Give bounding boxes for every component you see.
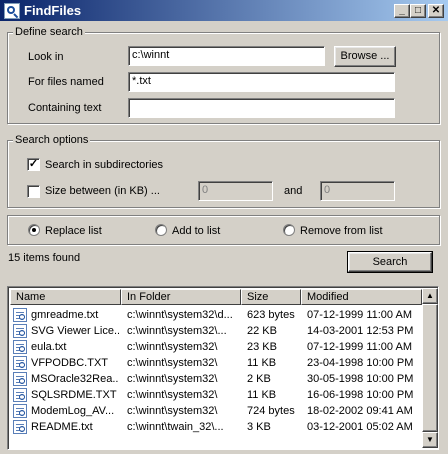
size-cell: 11 KB: [247, 389, 277, 401]
size-between-label: Size between (in KB) ...: [45, 185, 160, 197]
file-name-cell: README.txt: [31, 421, 93, 433]
window-title: FindFiles: [24, 3, 82, 18]
table-row[interactable]: eula.txt c:\winnt\system32\ 23 KB 07-12-199…: [10, 339, 422, 355]
subdirectories-label: Search in subdirectories: [45, 159, 164, 171]
search-icon: [4, 3, 20, 19]
file-name-cell: MSOracle32Rea...: [31, 373, 119, 385]
file-name-cell: gmreadme.txt: [31, 309, 99, 321]
modified-cell: 07-12-1999 11:00 AM: [307, 341, 412, 353]
scroll-down-icon[interactable]: ▼: [422, 432, 438, 448]
define-search-legend: Define search: [13, 26, 85, 38]
add-to-list-label: Add to list: [172, 225, 221, 237]
folder-cell: c:\winnt\system32\: [127, 357, 218, 369]
file-name-cell: eula.txt: [31, 341, 67, 353]
text-file-icon: [13, 324, 27, 338]
column-header-name[interactable]: Name: [10, 289, 121, 305]
folder-cell: c:\winnt\system32\: [127, 373, 218, 385]
scroll-up-icon[interactable]: ▲: [422, 288, 438, 304]
table-row[interactable]: gmreadme.txt c:\winnt\system32\d... 623 by…: [10, 307, 422, 323]
table-row[interactable]: MSOracle32Rea... c:\winnt\system32\ 2 KB 30…: [10, 371, 422, 387]
look-in-field[interactable]: c:\winnt: [128, 46, 325, 66]
column-header-folder[interactable]: In Folder: [121, 289, 241, 305]
modified-cell: 07-12-1999 11:00 AM: [307, 309, 412, 321]
text-file-icon: [13, 356, 27, 370]
modified-cell: 03-12-2001 05:02 AM: [307, 421, 413, 433]
file-name-cell: SVG Viewer Lice...: [31, 325, 119, 337]
size-cell: 11 KB: [247, 357, 277, 369]
remove-from-list-label: Remove from list: [300, 225, 383, 237]
close-button[interactable]: ✕: [428, 4, 444, 18]
size-cell: 724 bytes: [247, 405, 295, 417]
text-file-icon: [13, 308, 27, 322]
table-row[interactable]: SVG Viewer Lice... c:\winnt\system32\... 2…: [10, 323, 422, 339]
size-cell: 2 KB: [247, 373, 271, 385]
folder-cell: c:\winnt\twain_32\...: [127, 421, 224, 433]
replace-list-radio[interactable]: [28, 224, 40, 236]
column-header-modified[interactable]: Modified: [301, 289, 422, 305]
text-file-icon: [13, 340, 27, 354]
subdirectories-checkbox[interactable]: ✓: [27, 158, 40, 171]
folder-cell: c:\winnt\system32\: [127, 389, 218, 401]
files-named-label: For files named: [28, 76, 104, 88]
modified-cell: 14-03-2001 12:53 PM: [307, 325, 414, 337]
replace-list-label: Replace list: [45, 225, 102, 237]
size-and-label: and: [284, 185, 303, 197]
size-cell: 22 KB: [247, 325, 277, 337]
file-name-cell: SQLSRDME.TXT: [31, 389, 117, 401]
file-name-cell: VFPODBC.TXT: [31, 357, 109, 369]
scroll-thumb[interactable]: [422, 304, 438, 432]
modified-cell: 23-04-1998 10:00 PM: [307, 357, 414, 369]
modified-cell: 16-06-1998 10:00 PM: [307, 389, 414, 401]
size-min-field[interactable]: 0: [198, 181, 273, 201]
add-to-list-radio[interactable]: [155, 224, 167, 236]
containing-text-field[interactable]: [128, 98, 395, 118]
title-bar: FindFiles _ □ ✕: [0, 0, 448, 22]
text-file-icon: [13, 372, 27, 386]
folder-cell: c:\winnt\system32\: [127, 341, 218, 353]
folder-cell: c:\winnt\system32\: [127, 405, 218, 417]
table-row[interactable]: VFPODBC.TXT c:\winnt\system32\ 11 KB 23-04-…: [10, 355, 422, 371]
size-max-field[interactable]: 0: [320, 181, 395, 201]
modified-cell: 30-05-1998 10:00 PM: [307, 373, 414, 385]
table-row[interactable]: SQLSRDME.TXT c:\winnt\system32\ 11 KB 16-06…: [10, 387, 422, 403]
search-button[interactable]: Search: [347, 251, 433, 273]
size-cell: 23 KB: [247, 341, 277, 353]
browse-button[interactable]: Browse ...: [334, 46, 396, 67]
table-row[interactable]: README.txt c:\winnt\twain_32\... 3 KB 03-12…: [10, 419, 422, 435]
folder-cell: c:\winnt\system32\...: [127, 325, 227, 337]
maximize-button[interactable]: □: [410, 4, 426, 18]
items-found-status: 15 items found: [8, 252, 81, 264]
text-file-icon: [13, 420, 27, 434]
results-list[interactable]: Name In Folder Size Modified gmreadme.tx…: [7, 286, 439, 450]
folder-cell: c:\winnt\system32\d...: [127, 309, 233, 321]
column-header-size[interactable]: Size: [241, 289, 301, 305]
vertical-scrollbar[interactable]: ▲ ▼: [422, 288, 438, 448]
file-name-cell: ModemLog_AV...: [31, 405, 115, 417]
remove-from-list-radio[interactable]: [283, 224, 295, 236]
containing-text-label: Containing text: [28, 102, 102, 114]
files-named-field[interactable]: *.txt: [128, 72, 395, 92]
text-file-icon: [13, 404, 27, 418]
look-in-label: Look in: [28, 51, 64, 63]
search-options-legend: Search options: [13, 134, 91, 146]
size-between-checkbox[interactable]: [27, 185, 40, 198]
table-row[interactable]: ModemLog_AV... c:\winnt\system32\ 724 byte…: [10, 403, 422, 419]
size-cell: 3 KB: [247, 421, 271, 433]
size-cell: 623 bytes: [247, 309, 295, 321]
modified-cell: 18-02-2002 09:41 AM: [307, 405, 413, 417]
text-file-icon: [13, 388, 27, 402]
minimize-button[interactable]: _: [394, 4, 410, 18]
